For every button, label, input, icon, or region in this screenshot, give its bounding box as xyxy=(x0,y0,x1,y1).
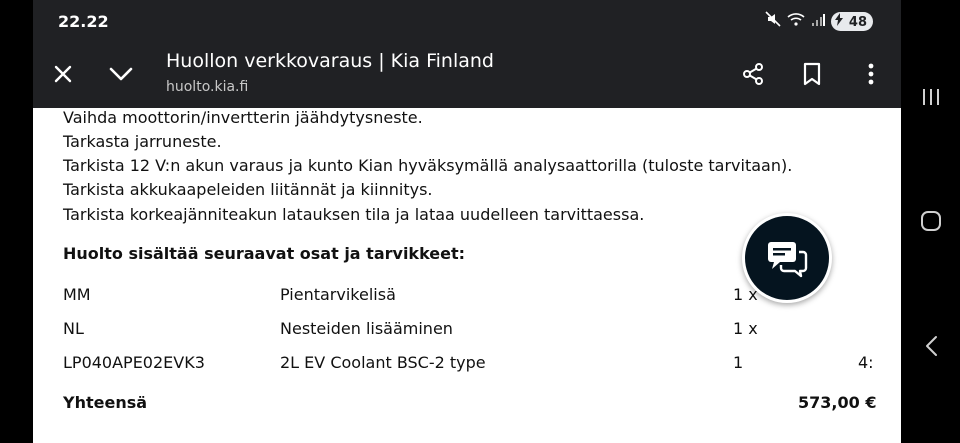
close-button[interactable] xyxy=(45,56,81,92)
task-line: Tarkista akkukaapeleiden liitännät ja ki… xyxy=(63,180,433,199)
task-line: Tarkasta jarruneste. xyxy=(63,132,222,151)
status-time: 22.22 xyxy=(58,12,109,31)
part-name: 2L EV Coolant BSC-2 type xyxy=(280,353,486,372)
page-title: Huollon verkkovaraus | Kia Finland xyxy=(166,50,494,72)
part-code: NL xyxy=(63,319,84,338)
recent-apps-button[interactable] xyxy=(913,79,949,115)
signal-icon xyxy=(811,12,826,31)
part-code: MM xyxy=(63,285,91,304)
back-icon xyxy=(926,336,937,356)
wifi-icon xyxy=(787,11,805,31)
total-label: Yhteensä xyxy=(63,393,148,412)
charging-icon xyxy=(835,12,844,30)
parts-heading: Huolto sisältää seuraavat osat ja tarvik… xyxy=(63,244,466,263)
bookmark-icon xyxy=(803,62,821,86)
part-qty: 1 xyxy=(733,353,744,372)
home-icon xyxy=(921,211,941,231)
back-button[interactable] xyxy=(913,328,949,364)
minimize-button[interactable] xyxy=(103,56,139,92)
more-options-button[interactable] xyxy=(853,56,889,92)
share-button[interactable] xyxy=(735,56,771,92)
more-vert-icon xyxy=(868,63,874,85)
close-icon xyxy=(54,65,72,83)
part-code: LP040APE02EVK3 xyxy=(63,353,205,372)
part-name: Nesteiden lisääminen xyxy=(280,319,453,338)
task-line: Tarkista 12 V:n akun varaus ja kunto Kia… xyxy=(63,156,793,175)
mute-icon xyxy=(765,11,781,31)
part-price: 4: xyxy=(858,353,874,372)
status-icons: 48 xyxy=(765,11,873,31)
system-navigation-bar xyxy=(901,0,960,443)
share-icon xyxy=(743,63,763,85)
battery-level: 48 xyxy=(848,14,867,30)
page-url[interactable]: huolto.kia.fi xyxy=(166,79,248,95)
browser-screen: 22.22 48 Huollon verkkovaraus | Kia Finl… xyxy=(33,0,901,443)
bookmark-button[interactable] xyxy=(794,56,830,92)
part-qty: 1 x xyxy=(733,319,758,338)
chat-button[interactable] xyxy=(742,213,832,303)
chat-icon xyxy=(768,242,808,278)
battery-indicator: 48 xyxy=(831,11,873,31)
home-button[interactable] xyxy=(913,203,949,239)
task-line: Tarkista korkeajänniteakun latauksen til… xyxy=(63,205,645,224)
chevron-down-icon xyxy=(109,67,133,81)
task-line: Vaihda moottorin/invertterin jäähdytysne… xyxy=(63,108,423,127)
status-bar: 22.22 48 xyxy=(33,0,901,42)
recents-icon xyxy=(923,89,939,105)
total-value: 573,00 € xyxy=(798,393,877,412)
custom-tab-toolbar: Huollon verkkovaraus | Kia Finland huolt… xyxy=(33,42,901,108)
part-name: Pientarvikelisä xyxy=(280,285,396,304)
